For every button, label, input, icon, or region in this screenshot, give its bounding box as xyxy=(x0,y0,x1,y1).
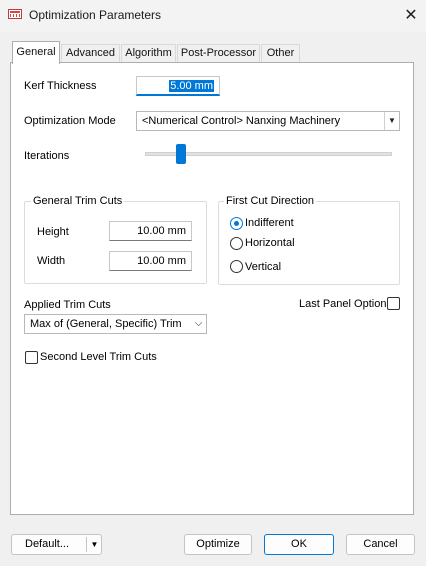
height-label: Height xyxy=(37,226,69,238)
optimization-mode-value: <Numerical Control> Nanxing Machinery xyxy=(142,115,341,127)
chevron-down-icon: ▼ xyxy=(384,112,399,130)
second-level-trim-cuts-label: Second Level Trim Cuts xyxy=(40,351,157,363)
iterations-slider-thumb[interactable] xyxy=(176,144,186,164)
last-panel-option-checkbox[interactable] xyxy=(387,297,400,310)
radio-indifferent[interactable] xyxy=(230,217,243,230)
width-input[interactable]: 10.00 mm xyxy=(109,251,192,271)
applied-trim-cuts-label: Applied Trim Cuts xyxy=(24,299,111,311)
applied-trim-cuts-select[interactable]: Max of (General, Specific) Trim Cu ⌵ xyxy=(24,314,207,334)
kerf-thickness-input[interactable]: 5.00 mm xyxy=(136,76,220,96)
width-label: Width xyxy=(37,255,66,267)
height-input[interactable]: 10.00 mm xyxy=(109,221,192,241)
general-trim-cuts-title: General Trim Cuts xyxy=(31,195,125,207)
cancel-button[interactable]: Cancel xyxy=(346,534,415,555)
iterations-label: Iterations xyxy=(24,150,70,162)
last-panel-option-label: Last Panel Option xyxy=(299,298,387,310)
chevron-down-icon[interactable]: ▼ xyxy=(88,535,101,554)
width-value: 10.00 mm xyxy=(137,255,186,267)
radio-vertical[interactable] xyxy=(230,260,243,273)
ok-button[interactable]: OK xyxy=(264,534,334,555)
optimization-mode-select[interactable]: <Numerical Control> Nanxing Machinery ▼ xyxy=(136,111,400,131)
radio-indifferent-label: Indifferent xyxy=(245,217,294,229)
applied-trim-cuts-value: Max of (General, Specific) Trim Cu xyxy=(30,318,182,330)
radio-horizontal[interactable] xyxy=(230,237,243,250)
chevron-down-icon: ⌵ xyxy=(194,318,203,329)
default-button-label: Default... xyxy=(25,538,70,550)
kerf-thickness-label: Kerf Thickness xyxy=(24,80,97,92)
radio-vertical-label: Vertical xyxy=(245,261,282,273)
first-cut-direction-title: First Cut Direction xyxy=(224,195,317,207)
second-level-trim-cuts-checkbox[interactable] xyxy=(25,351,38,364)
default-button-divider xyxy=(86,537,87,552)
radio-horizontal-label: Horizontal xyxy=(245,237,295,249)
optimize-button[interactable]: Optimize xyxy=(184,534,252,555)
optimization-mode-label: Optimization Mode xyxy=(24,115,116,127)
height-value: 10.00 mm xyxy=(137,225,186,237)
general-trim-cuts-group xyxy=(24,201,207,284)
kerf-thickness-value: 5.00 mm xyxy=(169,80,214,92)
